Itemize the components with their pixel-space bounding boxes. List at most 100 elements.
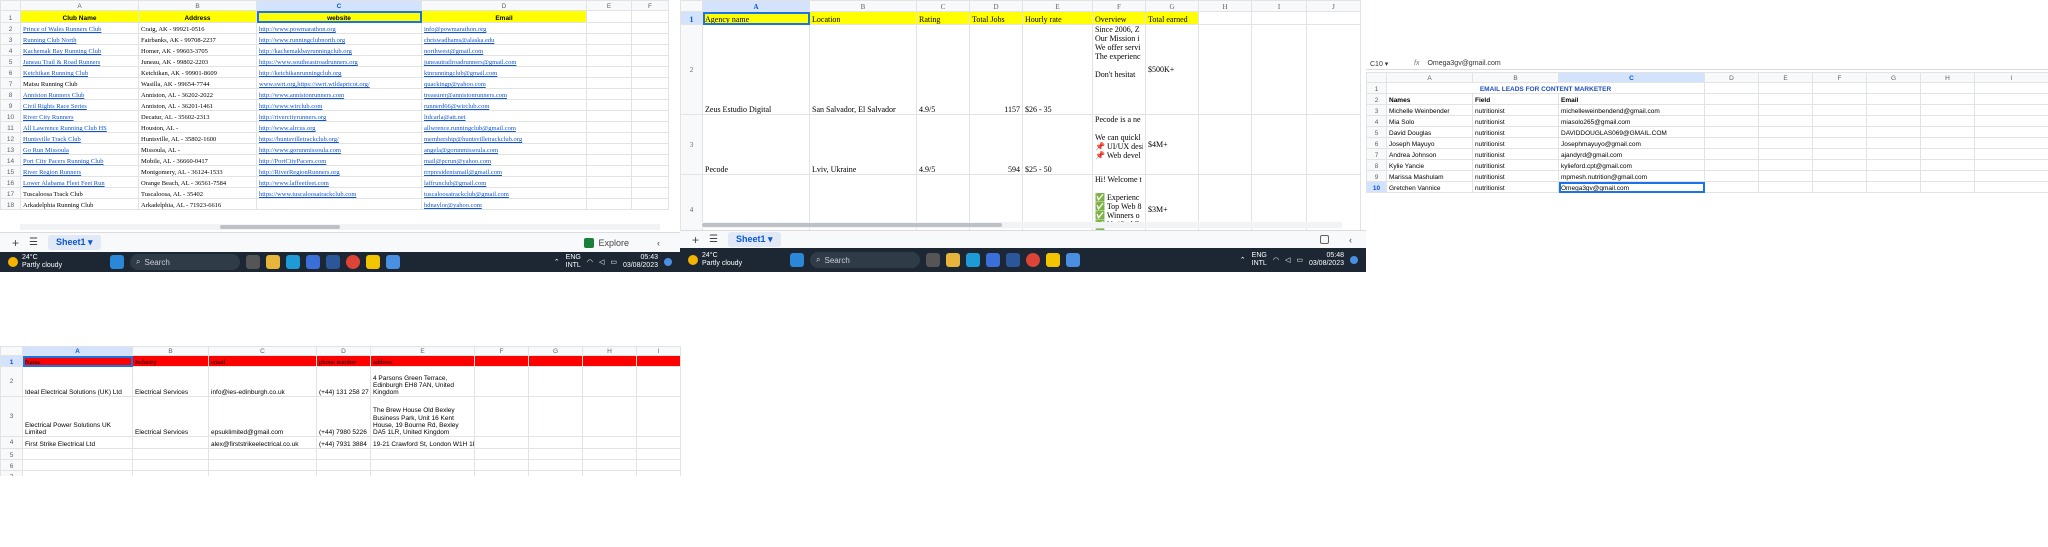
col-header[interactable]: H <box>582 346 637 356</box>
notification-icon[interactable] <box>1350 256 1358 264</box>
header-rating[interactable]: Rating <box>916 11 970 25</box>
cell[interactable] <box>1974 159 2048 171</box>
corner-cell[interactable] <box>680 0 703 12</box>
col-header[interactable]: E <box>370 346 475 356</box>
col-header[interactable]: F <box>1812 72 1867 83</box>
col-header[interactable]: E <box>586 0 632 11</box>
club-name-cell[interactable]: Prince of Wales Runners Club <box>20 22 139 34</box>
name-cell[interactable]: First Strike Electrical Ltd <box>22 436 133 449</box>
cell[interactable] <box>1920 104 1975 116</box>
cell[interactable] <box>132 448 209 460</box>
weather-widget[interactable]: 24°C Partly cloudy <box>680 252 790 267</box>
cell[interactable] <box>1758 104 1813 116</box>
file-explorer-icon[interactable] <box>946 253 960 267</box>
cell[interactable] <box>582 448 637 460</box>
clubs-grid[interactable]: A B C D E F 1 Club Name Address website … <box>0 0 669 210</box>
cell[interactable] <box>631 10 669 23</box>
cell[interactable] <box>1758 115 1813 127</box>
all-sheets-icon[interactable]: ☰ <box>29 237 38 248</box>
field-cell[interactable]: nutritionist <box>1472 126 1559 138</box>
header-total-jobs[interactable]: Total Jobs <box>969 11 1023 25</box>
cell[interactable] <box>586 110 632 122</box>
cell[interactable] <box>1974 104 2048 116</box>
cell[interactable] <box>1758 181 1813 193</box>
header-email[interactable]: Email <box>421 10 587 23</box>
cell[interactable] <box>1812 93 1867 105</box>
app-icon[interactable] <box>386 255 400 269</box>
rating-cell[interactable]: 4.9/5 <box>916 24 970 115</box>
cell[interactable] <box>1251 114 1307 175</box>
col-header[interactable]: G <box>1145 0 1199 12</box>
cell[interactable] <box>1306 11 1361 25</box>
website-cell[interactable]: www.swrt.org,https://swrt.wildapricot.or… <box>256 77 422 89</box>
address-cell[interactable]: Anniston, AL - 36202-2022 <box>138 88 257 100</box>
windows-start-icon[interactable] <box>110 255 124 269</box>
chrome-icon[interactable] <box>1026 253 1040 267</box>
header-industry[interactable]: Industry <box>132 355 209 367</box>
row-header[interactable]: 6 <box>0 66 21 78</box>
row-header[interactable]: 2 <box>0 22 21 34</box>
sheet-tab[interactable]: Sheet1 ▾ <box>727 232 781 247</box>
row-header[interactable]: 3 <box>0 396 23 437</box>
cell[interactable] <box>582 355 637 367</box>
notification-icon[interactable] <box>664 258 672 266</box>
club-name-cell[interactable]: River Region Runners <box>20 165 139 177</box>
col-header[interactable]: B <box>132 346 209 356</box>
row-header[interactable]: 7 <box>1366 148 1387 160</box>
task-view-icon[interactable] <box>926 253 940 267</box>
email-cell[interactable]: laffrunclub@gmail.com <box>421 176 587 188</box>
cell[interactable] <box>631 88 669 100</box>
address-cell[interactable]: 4 Parsons Green Terrace, Edinburgh EH8 7… <box>370 366 475 397</box>
cell[interactable] <box>1866 148 1921 160</box>
row-header[interactable]: 1 <box>1366 82 1387 94</box>
cell[interactable] <box>528 366 583 397</box>
email-cell[interactable]: Omega3gv@gmail.com <box>1558 181 1705 193</box>
cell[interactable] <box>1704 148 1759 160</box>
cell[interactable] <box>1812 104 1867 116</box>
website-cell[interactable]: http://kachemakbayrunningclub.org <box>256 44 422 56</box>
header-hourly-rate[interactable]: Hourly rate <box>1022 11 1093 25</box>
header-address[interactable]: Address <box>138 10 257 23</box>
add-sheet-icon[interactable]: + <box>692 233 699 247</box>
cell[interactable] <box>586 66 632 78</box>
cell[interactable] <box>1920 170 1975 182</box>
cell[interactable] <box>132 459 209 471</box>
row-header[interactable]: 7 <box>0 470 23 476</box>
add-sheet-icon[interactable]: + <box>12 236 19 250</box>
header-name[interactable]: Name <box>22 355 133 367</box>
row-header[interactable]: 1 <box>680 11 703 25</box>
email-cell[interactable]: membership@huntsvilletrackclub.org <box>421 132 587 144</box>
website-cell[interactable]: http://www.alrcus.org <box>256 121 422 133</box>
email-cell[interactable]: info@ies-edinburgh.co.uk <box>208 366 317 397</box>
cell[interactable] <box>586 143 632 155</box>
email-cell[interactable]: mail@pcrun@yahoo.com <box>421 154 587 166</box>
row-header[interactable]: 8 <box>0 88 21 100</box>
chrome-icon[interactable] <box>346 255 360 269</box>
cell[interactable] <box>208 470 317 476</box>
jobs-cell[interactable]: 1157 <box>969 24 1023 115</box>
field-cell[interactable]: nutritionist <box>1472 104 1559 116</box>
cell[interactable] <box>586 198 632 210</box>
row-header[interactable]: 10 <box>1366 181 1387 193</box>
file-explorer-icon[interactable] <box>266 255 280 269</box>
row-header[interactable]: 15 <box>0 165 21 177</box>
windows-start-icon[interactable] <box>790 253 804 267</box>
email-cell[interactable]: allwrence.runningclub@gmail.com <box>421 121 587 133</box>
name-cell[interactable]: Marissa Mashulam <box>1386 170 1473 182</box>
row-header[interactable]: 2 <box>1366 93 1387 105</box>
cell[interactable] <box>528 448 583 460</box>
weather-widget[interactable]: 24°C Partly cloudy <box>0 254 110 269</box>
word-icon[interactable] <box>326 255 340 269</box>
cell[interactable] <box>586 10 632 23</box>
cell[interactable] <box>586 99 632 111</box>
cell[interactable] <box>631 143 669 155</box>
cell[interactable] <box>586 88 632 100</box>
name-cell[interactable]: Electrical Power Solutions UK Limited <box>22 396 133 437</box>
club-name-cell[interactable]: Arkadelphia Running Club <box>20 198 139 210</box>
cell[interactable] <box>528 355 583 367</box>
row-header[interactable]: 5 <box>1366 126 1387 138</box>
cell[interactable] <box>528 396 583 437</box>
header-address[interactable]: address <box>370 355 475 367</box>
leads-title[interactable]: EMAIL LEADS FOR CONTENT MARKETER <box>1386 82 1705 94</box>
cell[interactable] <box>1974 148 2048 160</box>
